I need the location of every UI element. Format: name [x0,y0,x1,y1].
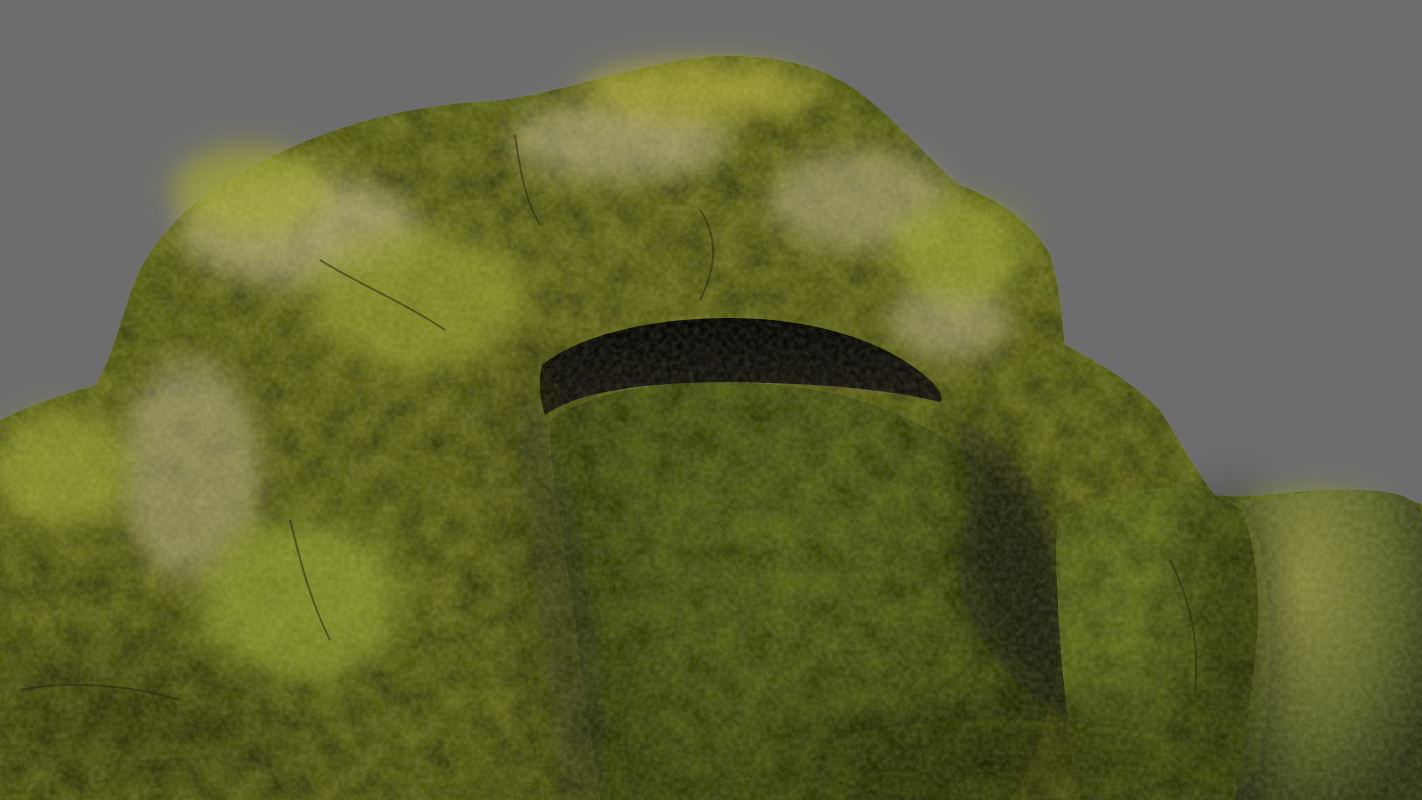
render-viewport [0,0,1422,800]
rock-scene [0,0,1422,800]
